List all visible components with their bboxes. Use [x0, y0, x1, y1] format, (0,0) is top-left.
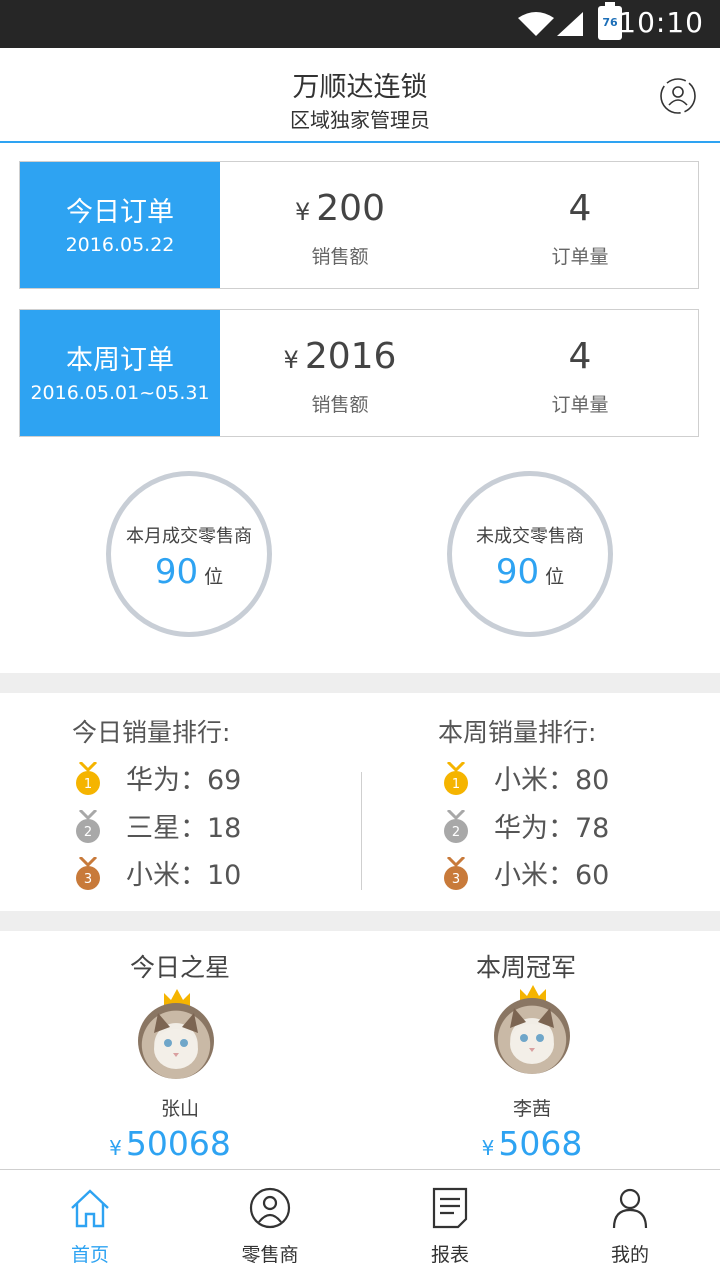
tab-retailer-label: 零售商: [241, 1244, 299, 1266]
svg-text:3: 3: [84, 872, 92, 887]
week-champion-amount: ¥5068: [412, 1124, 652, 1163]
week-rank-row-3: 3 小米：60: [442, 853, 702, 893]
week-order-count: 4: [568, 336, 592, 377]
month-deal-retailers-value: 90: [154, 552, 199, 592]
today-sales-value: 200: [316, 188, 385, 229]
month-deal-retailers-count: 90 位: [111, 552, 267, 592]
today-order-count-caption: 订单量: [551, 246, 609, 268]
today-order-card[interactable]: 今日订单 2016.05.22 ¥200 销售额 4 订单量: [19, 161, 699, 289]
week-rank-text-2: 华为：78: [494, 813, 610, 844]
currency-symbol: ¥: [283, 346, 299, 374]
profile-icon: [612, 1188, 648, 1229]
no-deal-retailers-caption: 未成交零售商: [476, 526, 584, 547]
tab-home-label: 首页: [70, 1244, 109, 1266]
week-order-title: 本周订单: [66, 345, 174, 376]
section-divider: [0, 673, 720, 693]
svg-text:1: 1: [452, 777, 460, 792]
today-order-label-block: 今日订单 2016.05.22: [20, 162, 220, 288]
tab-report-label: 报表: [430, 1244, 469, 1266]
today-order-date: 2016.05.22: [65, 234, 175, 256]
week-ranking-title: 本周销量排行:: [438, 718, 597, 747]
unit-label: 位: [545, 566, 565, 588]
tab-home[interactable]: 首页: [0, 1170, 180, 1280]
no-deal-retailers-value: 90: [495, 552, 540, 592]
week-order-card[interactable]: 本周订单 2016.05.01~05.31 ¥2016 销售额 4 订单量: [19, 309, 699, 437]
avatar[interactable]: [138, 1003, 214, 1079]
svg-text:3: 3: [452, 872, 460, 887]
today-star-amount-value: 50068: [125, 1124, 231, 1163]
cat-photo-icon: [154, 1013, 198, 1069]
avatar[interactable]: [494, 998, 570, 1074]
gold-medal-icon: 1: [444, 762, 468, 795]
today-star-name: 张山: [160, 1098, 199, 1120]
no-deal-retailers-count: 90 位: [452, 552, 608, 592]
report-icon: [432, 1187, 468, 1229]
today-order-title: 今日订单: [66, 197, 174, 228]
tab-profile[interactable]: 我的: [540, 1170, 720, 1280]
app-screen: 76 10:10 万顺达连锁 区域独家管理员 今日订单 2016.05.22 ¥…: [0, 0, 720, 1280]
svg-text:2: 2: [84, 825, 92, 840]
week-rank-row-2: 2 华为：78: [442, 806, 702, 846]
silver-medal-icon: 2: [444, 810, 468, 843]
today-star-amount: ¥50068: [50, 1124, 290, 1163]
today-sales-amount: ¥200: [220, 188, 460, 229]
today-ranking-title: 今日销量排行:: [72, 718, 231, 747]
today-order-count: 4: [568, 188, 592, 229]
week-order-label-block: 本周订单 2016.05.01~05.31: [20, 310, 220, 436]
week-rank-row-1: 1 小米：80: [442, 758, 702, 798]
cat-photo-icon: [510, 1008, 554, 1064]
home-icon: [71, 1189, 109, 1228]
today-rank-row-3: 3 小米：10: [74, 853, 334, 893]
app-header: 万顺达连锁 区域独家管理员: [0, 48, 720, 143]
bronze-medal-icon: 3: [76, 857, 100, 890]
week-champion-name: 李茜: [512, 1098, 551, 1120]
section-divider: [0, 911, 720, 931]
gold-medal-icon: 1: [76, 762, 100, 795]
status-time: 10:10: [618, 6, 704, 39]
month-deal-retailers-circle[interactable]: 本月成交零售商 90 位: [106, 471, 272, 637]
today-sales-caption: 销售额: [311, 246, 369, 268]
week-sales-caption: 销售额: [311, 394, 369, 416]
currency-symbol: ¥: [295, 198, 311, 226]
currency-symbol: ¥: [481, 1136, 495, 1160]
week-sales-value: 2016: [304, 336, 397, 377]
week-order-date: 2016.05.01~05.31: [30, 382, 210, 404]
retailer-icon: [249, 1187, 291, 1229]
no-deal-retailers-circle[interactable]: 未成交零售商 90 位: [447, 471, 613, 637]
today-rank-row-1: 1 华为：69: [74, 758, 334, 798]
currency-symbol: ¥: [109, 1136, 122, 1160]
month-deal-retailers-caption: 本月成交零售商: [126, 526, 252, 547]
today-star-title: 今日之星: [129, 953, 230, 982]
week-rank-text-1: 小米：80: [494, 765, 610, 796]
tab-report[interactable]: 报表: [360, 1170, 540, 1280]
bottom-tab-bar: 首页 零售商 报表 我的: [0, 1169, 720, 1280]
page-title: 万顺达连锁: [292, 72, 428, 103]
today-rank-text-3: 小米：10: [126, 860, 242, 891]
week-sales-amount: ¥2016: [220, 336, 460, 377]
week-order-count-caption: 订单量: [551, 394, 609, 416]
tab-retailer[interactable]: 零售商: [180, 1170, 360, 1280]
wifi-icon: [518, 12, 554, 36]
today-rank-row-2: 2 三星：18: [74, 806, 334, 846]
week-rank-text-3: 小米：60: [494, 860, 610, 891]
tab-profile-label: 我的: [610, 1244, 649, 1266]
signal-icon: [557, 12, 583, 36]
unit-label: 位: [204, 566, 224, 588]
page-subtitle: 区域独家管理员: [290, 108, 430, 132]
ranking-divider: [361, 772, 362, 890]
today-rank-text-2: 三星：18: [126, 813, 242, 844]
today-rank-text-1: 华为：69: [126, 765, 242, 796]
silver-medal-icon: 2: [76, 810, 100, 843]
week-champion-amount-value: 5068: [498, 1124, 583, 1163]
status-bar: 76 10:10: [0, 0, 720, 48]
week-champion-title: 本周冠军: [475, 953, 576, 982]
user-settings-icon[interactable]: [658, 76, 698, 116]
svg-text:2: 2: [452, 825, 460, 840]
svg-text:1: 1: [84, 777, 92, 792]
bronze-medal-icon: 3: [444, 857, 468, 890]
